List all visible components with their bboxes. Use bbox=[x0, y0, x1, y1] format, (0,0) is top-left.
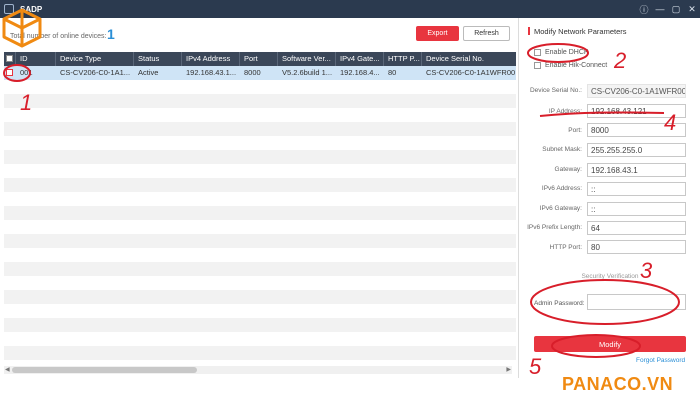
column-header[interactable]: Device Type bbox=[56, 52, 134, 66]
empty-row bbox=[4, 234, 516, 248]
cell-serial: CS-CV206-C0-1A1WFR00 bbox=[426, 68, 516, 77]
empty-row bbox=[4, 262, 516, 276]
device-table: ID Device Type Status IPv4 Address Port … bbox=[4, 52, 516, 370]
cell-software-version: V5.2.6build 1... bbox=[282, 68, 333, 77]
cell-port: 8000 bbox=[244, 68, 261, 77]
column-header[interactable]: ID bbox=[16, 52, 56, 66]
panel-divider bbox=[518, 18, 519, 378]
select-all-checkbox[interactable] bbox=[6, 55, 13, 62]
http-port-label: HTTP Port: bbox=[549, 244, 582, 251]
close-icon[interactable]: ✕ bbox=[684, 0, 700, 18]
panaco-logo-icon bbox=[2, 8, 42, 48]
empty-row bbox=[4, 178, 516, 192]
online-devices-count: 1 bbox=[107, 26, 115, 42]
ipv6-gateway-label: IPv6 Gateway: bbox=[539, 205, 582, 212]
column-header[interactable]: Port bbox=[240, 52, 278, 66]
row-checkbox[interactable] bbox=[6, 69, 13, 76]
scroll-left-icon[interactable]: ◀ bbox=[5, 366, 10, 373]
scroll-right-icon[interactable]: ▶ bbox=[506, 366, 511, 373]
table-row[interactable]: 001 CS-CV206-C0-1A1... Active 192.168.43… bbox=[4, 66, 516, 80]
port-label: Port: bbox=[568, 127, 582, 134]
subnet-mask-label: Subnet Mask: bbox=[542, 146, 582, 153]
cell-ipv4-gateway: 192.168.4... bbox=[340, 68, 380, 77]
port-input[interactable]: 8000 bbox=[587, 123, 686, 137]
ipv6-gateway-input[interactable]: :: bbox=[587, 202, 686, 216]
network-parameters-panel: Modify Network Parameters Enable DHCP En… bbox=[520, 18, 700, 378]
empty-row bbox=[4, 206, 516, 220]
column-header[interactable]: Status bbox=[134, 52, 182, 66]
modify-button[interactable]: Modify bbox=[534, 336, 686, 352]
cell-device-type: CS-CV206-C0-1A1... bbox=[60, 68, 131, 77]
enable-dhcp-checkbox[interactable] bbox=[534, 49, 541, 56]
column-header[interactable]: IPv4 Gate... bbox=[336, 52, 384, 66]
maximize-icon[interactable]: ▢ bbox=[668, 0, 684, 18]
title-bar: SADP ⓘ — ▢ ✕ bbox=[0, 0, 700, 18]
enable-dhcp-label: Enable DHCP bbox=[545, 49, 589, 56]
ipv6-prefix-input[interactable]: 64 bbox=[587, 221, 686, 235]
device-list-panel: Total number of online devices: 1 Export… bbox=[0, 18, 516, 378]
empty-row bbox=[4, 346, 516, 360]
enable-dhcp-option[interactable]: Enable DHCP bbox=[534, 49, 589, 56]
subnet-mask-input[interactable]: 255.255.255.0 bbox=[587, 143, 686, 157]
enable-hik-connect-label: Enable Hik-Connect bbox=[545, 62, 608, 69]
ipv6-address-label: IPv6 Address: bbox=[541, 185, 582, 192]
http-port-input[interactable]: 80 bbox=[587, 240, 686, 254]
gateway-label: Gateway: bbox=[554, 166, 582, 173]
ip-address-input[interactable]: 192.168.43.121 bbox=[587, 104, 686, 118]
panel-title: Modify Network Parameters bbox=[528, 27, 627, 36]
column-header[interactable]: Software Ver... bbox=[278, 52, 336, 66]
cell-ipv4: 192.168.43.1... bbox=[186, 68, 237, 77]
cell-http-port: 80 bbox=[388, 68, 397, 77]
serial-label: Device Serial No.: bbox=[529, 87, 582, 94]
ip-address-label: IP Address: bbox=[548, 108, 582, 115]
cell-id: 001 bbox=[20, 68, 33, 77]
minimize-icon[interactable]: — bbox=[652, 0, 668, 18]
empty-row bbox=[4, 318, 516, 332]
refresh-button[interactable]: Refresh bbox=[463, 26, 510, 41]
enable-hik-connect-checkbox[interactable] bbox=[534, 62, 541, 69]
table-header: ID Device Type Status IPv4 Address Port … bbox=[4, 52, 516, 66]
empty-row bbox=[4, 94, 516, 108]
empty-row bbox=[4, 122, 516, 136]
scrollbar-thumb[interactable] bbox=[12, 367, 197, 373]
export-button[interactable]: Export bbox=[416, 26, 459, 41]
admin-password-input[interactable] bbox=[587, 294, 686, 310]
security-verification-heading: Security Verification bbox=[581, 273, 639, 280]
info-icon[interactable]: ⓘ bbox=[636, 0, 652, 18]
select-all-header[interactable] bbox=[4, 52, 16, 66]
admin-password-label: Admin Password: bbox=[534, 300, 585, 307]
brand-watermark: PANACO.VN bbox=[562, 374, 674, 394]
empty-row bbox=[4, 290, 516, 304]
forgot-password-link[interactable]: Forgot Password bbox=[636, 357, 685, 364]
enable-hik-connect-option[interactable]: Enable Hik-Connect bbox=[534, 62, 607, 69]
window-controls: ⓘ — ▢ ✕ bbox=[636, 0, 700, 18]
column-header[interactable]: Device Serial No. bbox=[422, 52, 516, 66]
serial-field: CS-CV206-C0-1A1WFR002 bbox=[587, 84, 686, 98]
column-header[interactable]: HTTP P... bbox=[384, 52, 422, 66]
ipv6-prefix-label: IPv6 Prefix Length: bbox=[527, 224, 582, 231]
column-header[interactable]: IPv4 Address bbox=[182, 52, 240, 66]
gateway-input[interactable]: 192.168.43.1 bbox=[587, 163, 686, 177]
empty-row bbox=[4, 150, 516, 164]
ipv6-address-input[interactable]: :: bbox=[587, 182, 686, 196]
horizontal-scrollbar[interactable]: ◀ ▶ bbox=[4, 366, 512, 374]
cell-status: Active bbox=[138, 68, 159, 77]
